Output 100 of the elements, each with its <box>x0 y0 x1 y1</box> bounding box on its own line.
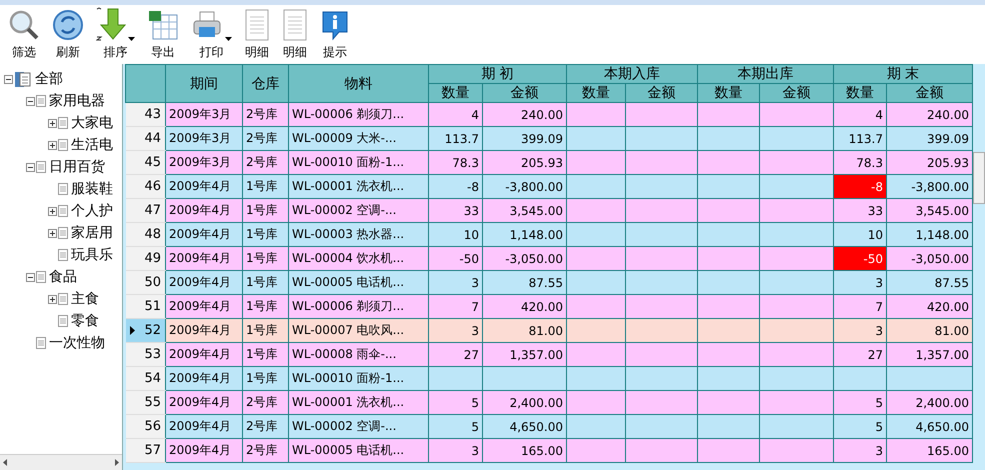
tree-item[interactable]: 食品 <box>49 268 77 286</box>
group-header: 期 末 <box>834 64 972 84</box>
table-cell <box>566 174 626 198</box>
table-cell <box>698 150 760 174</box>
table-cell <box>626 246 698 270</box>
column-header[interactable]: 金额 <box>760 84 834 102</box>
expand-icon[interactable] <box>48 206 57 216</box>
table-cell: 87.55 <box>886 270 972 294</box>
column-header[interactable]: 金额 <box>482 84 566 102</box>
table-cell: 2009年4月 <box>166 222 242 246</box>
corner-header <box>126 64 166 102</box>
table-cell: 7 <box>428 294 482 318</box>
table-cell <box>698 294 760 318</box>
tree-item[interactable]: 生活电 <box>71 136 113 154</box>
tree-item[interactable]: 全部 <box>35 70 63 88</box>
group-header: 期 初 <box>428 64 566 84</box>
table-cell: WL-00010 面粉-1... <box>288 150 428 174</box>
table-cell <box>698 270 760 294</box>
toolbar-button[interactable]: 筛选 <box>4 7 44 61</box>
page-icon <box>58 315 68 327</box>
table-cell: 5 <box>834 414 886 438</box>
table-cell <box>566 414 626 438</box>
table-cell: 4,650.00 <box>482 414 566 438</box>
table-cell: 2009年4月 <box>166 294 242 318</box>
table-cell: 1号库 <box>242 198 288 222</box>
toolbar-button[interactable]: 明细 <box>240 7 274 61</box>
table-cell <box>698 414 760 438</box>
expand-icon[interactable] <box>48 140 57 150</box>
tree-item[interactable]: 家用电器 <box>49 92 105 110</box>
table-cell <box>566 102 626 126</box>
column-header[interactable]: 物料 <box>288 64 428 102</box>
table-cell: 113.7 <box>428 126 482 150</box>
column-header[interactable]: 仓库 <box>242 64 288 102</box>
column-header[interactable]: 数量 <box>566 84 626 102</box>
table-cell <box>626 366 698 390</box>
table-cell <box>566 366 626 390</box>
table-cell <box>698 342 760 366</box>
table-cell: WL-00008 雨伞-... <box>288 342 428 366</box>
expand-icon[interactable] <box>48 294 57 304</box>
toolbar-button[interactable]: 提示 <box>316 7 354 61</box>
table-cell: -3,800.00 <box>482 174 566 198</box>
expand-icon[interactable] <box>48 118 57 128</box>
table-cell: 2号库 <box>242 150 288 174</box>
column-header[interactable]: 数量 <box>698 84 760 102</box>
tree-item[interactable]: 个人护 <box>71 202 113 220</box>
table-cell: 2号库 <box>242 126 288 150</box>
collapse-icon[interactable] <box>4 74 13 84</box>
toolbar-button[interactable]: 排序 <box>92 7 139 61</box>
column-header[interactable]: 金额 <box>626 84 698 102</box>
page-icon <box>58 183 68 195</box>
table-cell <box>698 126 760 150</box>
table-cell: 3,545.00 <box>482 198 566 222</box>
tree-item[interactable]: 主食 <box>71 290 99 308</box>
toolbar-button[interactable]: 打印 <box>187 7 236 61</box>
table-cell: 2009年4月 <box>166 438 242 462</box>
toolbar-button[interactable]: 明细 <box>278 7 312 61</box>
table-cell <box>626 414 698 438</box>
table-cell <box>566 246 626 270</box>
table-cell <box>566 438 626 462</box>
row-number: 52 <box>126 318 166 342</box>
table-cell <box>428 366 482 390</box>
toolbar-button[interactable]: 刷新 <box>48 7 88 61</box>
table-cell <box>626 270 698 294</box>
table-cell: 27 <box>834 342 886 366</box>
expand-icon[interactable] <box>48 228 57 238</box>
row-number: 45 <box>126 150 166 174</box>
tree-item[interactable]: 家居用 <box>71 224 113 242</box>
table-cell <box>626 318 698 342</box>
column-header[interactable]: 数量 <box>428 84 482 102</box>
table-cell <box>566 126 626 150</box>
tree-item[interactable]: 玩具乐 <box>71 246 113 264</box>
tree-item[interactable]: 一次性物 <box>49 334 105 352</box>
table-cell: 33 <box>834 198 886 222</box>
collapse-icon[interactable] <box>26 272 35 282</box>
spreadsheet-icon <box>147 9 179 41</box>
toolbar-button[interactable]: 导出 <box>143 7 183 61</box>
table-cell: WL-00004 饮水机... <box>288 246 428 270</box>
tree-item[interactable]: 服装鞋 <box>71 180 113 198</box>
horizontal-scrollbar[interactable] <box>0 454 122 470</box>
column-header[interactable]: 期间 <box>166 64 242 102</box>
table-cell: 240.00 <box>886 102 972 126</box>
right-arrow-icon[interactable] <box>115 459 119 466</box>
collapse-icon[interactable] <box>26 96 35 106</box>
table-cell: 2009年4月 <box>166 342 242 366</box>
table-cell <box>698 174 760 198</box>
row-number: 54 <box>126 366 166 390</box>
column-header[interactable]: 金额 <box>886 84 972 102</box>
scrollbar-thumb[interactable] <box>973 152 985 204</box>
table-cell <box>626 438 698 462</box>
column-header[interactable]: 数量 <box>834 84 886 102</box>
page-icon <box>58 249 68 261</box>
table-cell: 1,148.00 <box>886 222 972 246</box>
tree-item[interactable]: 大家电 <box>71 114 113 132</box>
tree-item[interactable]: 零食 <box>71 312 99 330</box>
left-arrow-icon[interactable] <box>3 459 7 466</box>
row-number: 49 <box>126 246 166 270</box>
row-number: 56 <box>126 414 166 438</box>
tree-item[interactable]: 日用百货 <box>49 158 105 176</box>
collapse-icon[interactable] <box>26 162 35 172</box>
table-cell: 240.00 <box>482 102 566 126</box>
